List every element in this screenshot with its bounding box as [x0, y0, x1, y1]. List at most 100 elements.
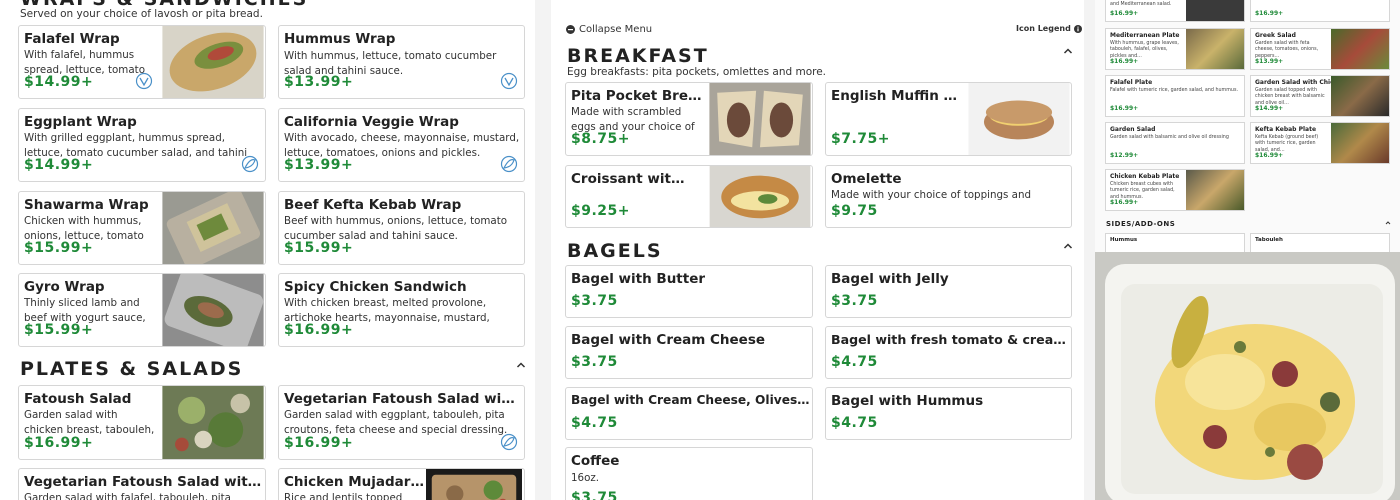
- item-description: Made with your choice of toppings and se…: [831, 189, 1032, 201]
- menu-item-chicken-mujadarrah-plate[interactable]: Chicken Mujadarrah Plate Rice and lentil…: [278, 468, 525, 500]
- menu-item-shawarma-wrap[interactable]: Shawarma Wrap Chicken with hummus, onion…: [18, 191, 266, 265]
- item-price: $16.99+: [284, 435, 354, 451]
- item-price: $4.75: [831, 354, 878, 370]
- menu-item-bagel-tomato-cream-cheese[interactable]: Bagel with fresh tomato & cream cheese $…: [825, 326, 1072, 379]
- item-name: English Muffin with Egg & Cheese: [831, 88, 959, 104]
- mini-card-mediterranean-plate[interactable]: Mediterranean Plate With hummus, grape l…: [1105, 28, 1245, 70]
- menu-item-eggplant-wrap[interactable]: Eggplant Wrap With grilled eggplant, hum…: [18, 108, 266, 182]
- sides-section-title: SIDES/ADD-ONS: [1106, 220, 1176, 228]
- item-name: Hummus Wrap: [284, 31, 396, 47]
- pita-pocket-photo: [709, 83, 811, 155]
- item-description: 16oz.: [571, 472, 600, 484]
- mini-card-tabouleh[interactable]: Tabouleh: [1250, 233, 1390, 253]
- info-icon: [1073, 24, 1082, 33]
- item-price: $15.99+: [284, 240, 354, 256]
- item-price: $13.99+: [1255, 58, 1284, 65]
- breakfast-panel: Collapse Menu Icon Legend BREAKFAST Egg …: [551, 0, 1084, 500]
- menu-item-bagel-butter[interactable]: Bagel with Butter $3.75: [565, 265, 813, 318]
- item-price: $15.99+: [24, 322, 94, 338]
- item-name: Hummus: [1110, 237, 1138, 243]
- menu-item-croissant[interactable]: Croissant with Egg & Cheese $9.25+: [565, 165, 813, 228]
- plates-section-title: PLATES & SALADS: [20, 358, 244, 380]
- menu-item-beef-kefta-kebab-wrap[interactable]: Beef Kefta Kebab Wrap Beef with hummus, …: [278, 191, 525, 265]
- menu-item-fatoush-salad[interactable]: Fatoush Salad Garden salad with chicken …: [18, 385, 266, 460]
- collapse-chevron-icon[interactable]: [1063, 241, 1073, 251]
- mini-card-garden-salad-chicken[interactable]: Garden Salad with Chicken Garden salad t…: [1250, 75, 1390, 117]
- fatoush-salad-photo: [162, 386, 264, 459]
- item-description: Garden salad with chicken breast, taboul…: [24, 409, 155, 436]
- mini-card-greek-salad[interactable]: Greek Salad Garden salad with feta chees…: [1250, 28, 1390, 70]
- breakfast-section-title: BREAKFAST: [567, 45, 709, 67]
- menu-item-falafel-wrap[interactable]: Falafel Wrap With falafel, hummus spread…: [18, 25, 266, 99]
- item-price: $16.99+: [1255, 10, 1284, 17]
- item-description: Garden salad with eggplant, tabouleh, pi…: [284, 409, 508, 436]
- item-price: $16.99+: [1255, 152, 1284, 159]
- menu-item-california-veggie-wrap[interactable]: California Veggie Wrap With avocado, che…: [278, 108, 525, 182]
- menu-item-vegetarian-fatoush-eggplant[interactable]: Vegetarian Fatoush Salad with Eggplant G…: [278, 385, 525, 460]
- menu-item-gyro-wrap[interactable]: Gyro Wrap Thinly sliced lamb and beef wi…: [18, 273, 266, 347]
- breakfast-section-subtitle: Egg breakfasts: pita pockets, omlettes a…: [567, 66, 827, 78]
- menu-item-bagel-jelly[interactable]: Bagel with Jelly $3.75: [825, 265, 1072, 318]
- item-price: $15.99+: [24, 240, 94, 256]
- mini-card-hummus[interactable]: Hummus: [1105, 233, 1245, 253]
- item-price: $16.99+: [1110, 10, 1139, 17]
- omelette-plate-photo: [1095, 252, 1400, 500]
- item-name: Vegetarian Fatoush Salad with Eggplant: [284, 391, 519, 407]
- menu-item-pita-pocket-breakfast[interactable]: Pita Pocket Breakfast Made with scramble…: [565, 82, 813, 156]
- menu-item-vegetarian-fatoush-falafel[interactable]: Vegetarian Fatoush Salad with Falafel Ga…: [18, 468, 266, 500]
- menu-item-coffee[interactable]: Coffee 16oz. $3.75: [565, 447, 813, 500]
- item-name: Omelette: [831, 171, 902, 187]
- vegan-icon: [500, 155, 518, 173]
- item-price: $16.99+: [284, 322, 354, 338]
- item-price: $8.75+: [571, 131, 631, 147]
- mini-card-chicken-kebab-plate[interactable]: Chicken Kebab Plate Chicken breast cubes…: [1105, 169, 1245, 211]
- item-name: Chicken Mujadarrah Plate: [284, 474, 424, 490]
- mini-card-top-right[interactable]: $16.99+: [1250, 0, 1390, 22]
- icon-legend-button[interactable]: Icon Legend: [1016, 24, 1082, 33]
- menu-item-omelette[interactable]: Omelette Made with your choice of toppin…: [825, 165, 1072, 228]
- vegan-icon: [241, 155, 259, 173]
- item-name: Falafel Wrap: [24, 31, 120, 47]
- collapse-menu-label: Collapse Menu: [579, 24, 653, 35]
- collapse-chevron-icon[interactable]: [1063, 46, 1073, 56]
- item-price: $12.99+: [1110, 152, 1139, 159]
- collapse-menu-button[interactable]: Collapse Menu: [566, 24, 652, 35]
- menu-item-hummus-wrap[interactable]: Hummus Wrap With hummus, lettuce, tomato…: [278, 25, 525, 99]
- item-name: California Veggie Wrap: [284, 114, 459, 130]
- menu-item-spicy-chicken-sandwich[interactable]: Spicy Chicken Sandwich With chicken brea…: [278, 273, 525, 347]
- item-price: $14.99+: [24, 74, 94, 90]
- mini-card-garden-salad[interactable]: Garden Salad Garden salad with balsamic …: [1105, 122, 1245, 164]
- minus-circle-icon: [566, 25, 575, 34]
- item-description: Garden salad with balsamic and olive oil…: [1110, 135, 1229, 140]
- collapse-chevron-icon[interactable]: [516, 360, 526, 370]
- item-description: Garden salad with falafel, tabouleh, pit…: [24, 492, 231, 500]
- menu-item-english-muffin[interactable]: English Muffin with Egg & Cheese $7.75+: [825, 82, 1072, 156]
- item-name: Garden Salad: [1110, 126, 1156, 133]
- item-name: Gyro Wrap: [24, 279, 105, 295]
- item-price: $3.75: [571, 354, 618, 370]
- item-name: Bagel with Cream Cheese: [571, 332, 766, 348]
- vegan-icon: [500, 433, 518, 451]
- english-muffin-photo: [968, 83, 1070, 155]
- item-price: $9.25+: [571, 203, 631, 219]
- item-name: Mediterranean Plate: [1110, 32, 1180, 39]
- chicken-mujadarrah-photo: [426, 469, 522, 500]
- falafel-wrap-photo: [162, 26, 264, 98]
- item-name: Spicy Chicken Sandwich: [284, 279, 467, 295]
- menu-item-bagel-olives-artichokes[interactable]: Bagel with Cream Cheese, Olives & Artich…: [565, 387, 813, 440]
- dish-photo: [1331, 76, 1389, 116]
- menu-item-bagel-cream-cheese[interactable]: Bagel with Cream Cheese $3.75: [565, 326, 813, 379]
- collapse-chevron-icon[interactable]: [1385, 220, 1391, 226]
- item-price: $13.99+: [284, 157, 354, 173]
- mini-card-kefta-kebab-plate[interactable]: Kefta Kebab Plate Kefta Kebab (ground be…: [1250, 122, 1390, 164]
- mini-card-top-left[interactable]: and Mediterranean salad. $16.99+: [1105, 0, 1245, 22]
- item-price: $16.99+: [24, 435, 94, 451]
- menu-item-bagel-hummus[interactable]: Bagel with Hummus $4.75: [825, 387, 1072, 440]
- dish-photo: [1186, 0, 1244, 21]
- item-name: Bagel with Butter: [571, 271, 706, 287]
- item-name: Eggplant Wrap: [24, 114, 137, 130]
- item-description: Rice and lentils topped with chicken: [284, 492, 403, 500]
- item-price: $4.75: [571, 415, 618, 431]
- mini-card-falafel-plate[interactable]: Falafel Plate Falafel with tumeric rice,…: [1105, 75, 1245, 117]
- item-name: Falafel Plate: [1110, 79, 1153, 86]
